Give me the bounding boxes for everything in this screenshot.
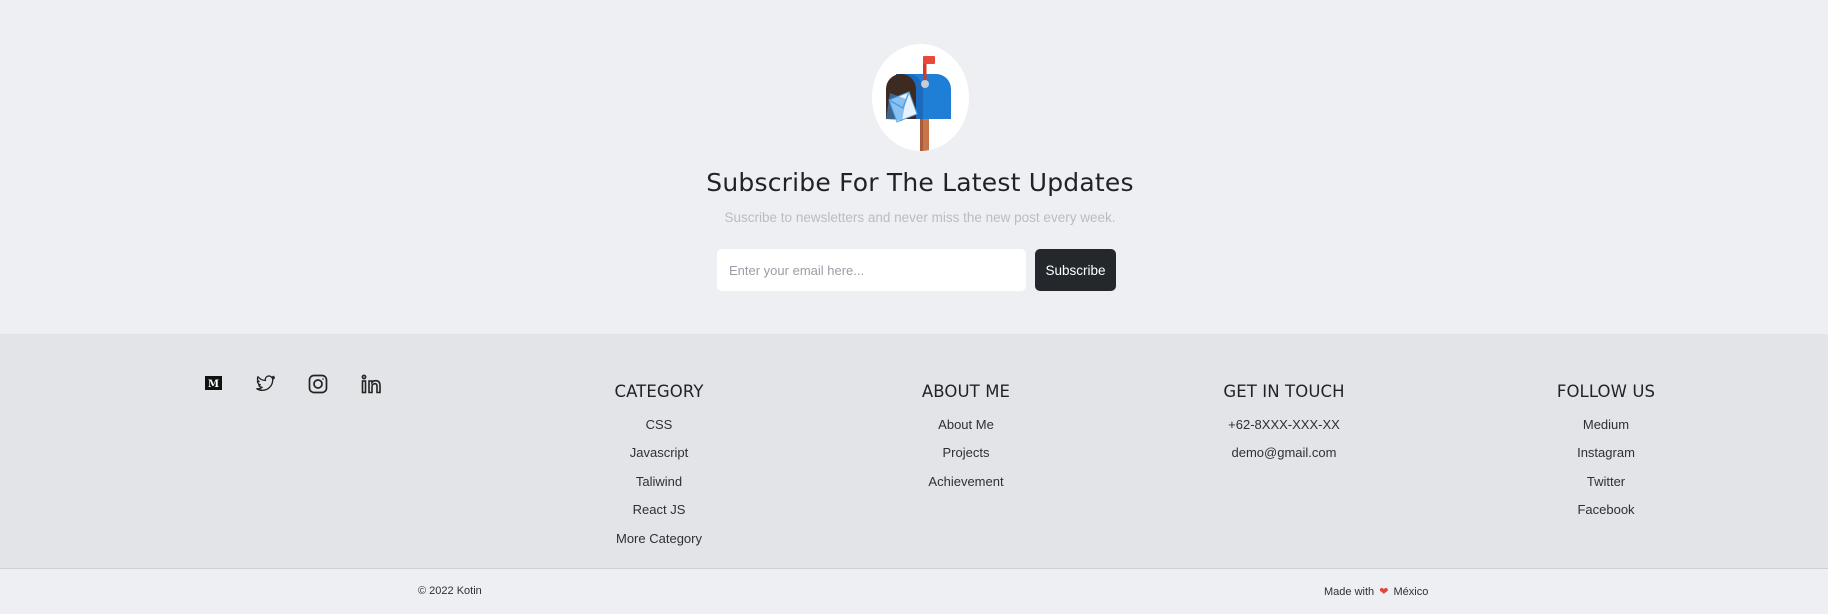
newsletter-title: Subscribe For The Latest Updates [706, 168, 1134, 197]
copyright-text: © 2022 Kotin [418, 585, 482, 597]
footer-column-get-in-touch: GET IN TOUCH +62-8XXX-XXX-XX demo@gmail.… [1184, 380, 1384, 471]
footer-link[interactable]: Taliwind [559, 471, 759, 499]
column-title: CATEGORY [614, 382, 704, 401]
footer-column-about-me: ABOUT ME About Me Projects Achievement [866, 380, 1066, 499]
made-with-suffix: México [1393, 586, 1429, 598]
footer-column-category: CATEGORY CSS Javascript Taliwind React J… [559, 380, 759, 556]
made-with-text: Made with ❤ México [1324, 585, 1428, 598]
bottom-bar: © 2022 Kotin Made with ❤ México [0, 569, 1828, 614]
newsletter-section: Subscribe For The Latest Updates Suscrib… [0, 0, 1828, 334]
newsletter-subtitle: Suscribe to newsletters and never miss t… [724, 210, 1116, 225]
footer-column-follow-us: FOLLOW US Medium Instagram Twitter Faceb… [1506, 380, 1706, 528]
footer-link[interactable]: Projects [866, 442, 1066, 470]
footer-link[interactable]: Medium [1506, 414, 1706, 442]
footer-link[interactable]: CSS [559, 414, 759, 442]
heart-icon: ❤ [1379, 586, 1389, 598]
footer-link[interactable]: About Me [866, 414, 1066, 442]
email-link[interactable]: demo@gmail.com [1184, 442, 1384, 470]
email-input[interactable] [717, 249, 1026, 291]
footer-link[interactable]: Twitter [1506, 471, 1706, 499]
footer-link[interactable]: Instagram [1506, 442, 1706, 470]
twitter-icon[interactable] [255, 374, 277, 394]
footer-link[interactable]: Achievement [866, 471, 1066, 499]
phone-link[interactable]: +62-8XXX-XXX-XX [1184, 414, 1384, 442]
column-title: ABOUT ME [921, 382, 1011, 401]
page: Subscribe For The Latest Updates Suscrib… [0, 0, 1828, 614]
footer-link[interactable]: Javascript [559, 442, 759, 470]
footer-link[interactable]: More Category [559, 528, 759, 556]
footer-link[interactable]: Facebook [1506, 499, 1706, 527]
made-with-prefix: Made with [1324, 586, 1375, 598]
footer-link[interactable]: React JS [559, 499, 759, 527]
footer: M CATEGORY CSS Javascript Taliwind React… [0, 334, 1828, 569]
column-title: GET IN TOUCH [1223, 382, 1345, 401]
subscribe-button[interactable]: Subscribe [1035, 249, 1116, 291]
instagram-icon[interactable] [308, 374, 328, 394]
medium-icon[interactable]: M [205, 376, 222, 390]
column-title: FOLLOW US [1556, 382, 1656, 401]
linkedin-icon[interactable] [361, 374, 383, 394]
mailbox-icon [872, 44, 969, 151]
svg-text:M: M [208, 379, 219, 390]
